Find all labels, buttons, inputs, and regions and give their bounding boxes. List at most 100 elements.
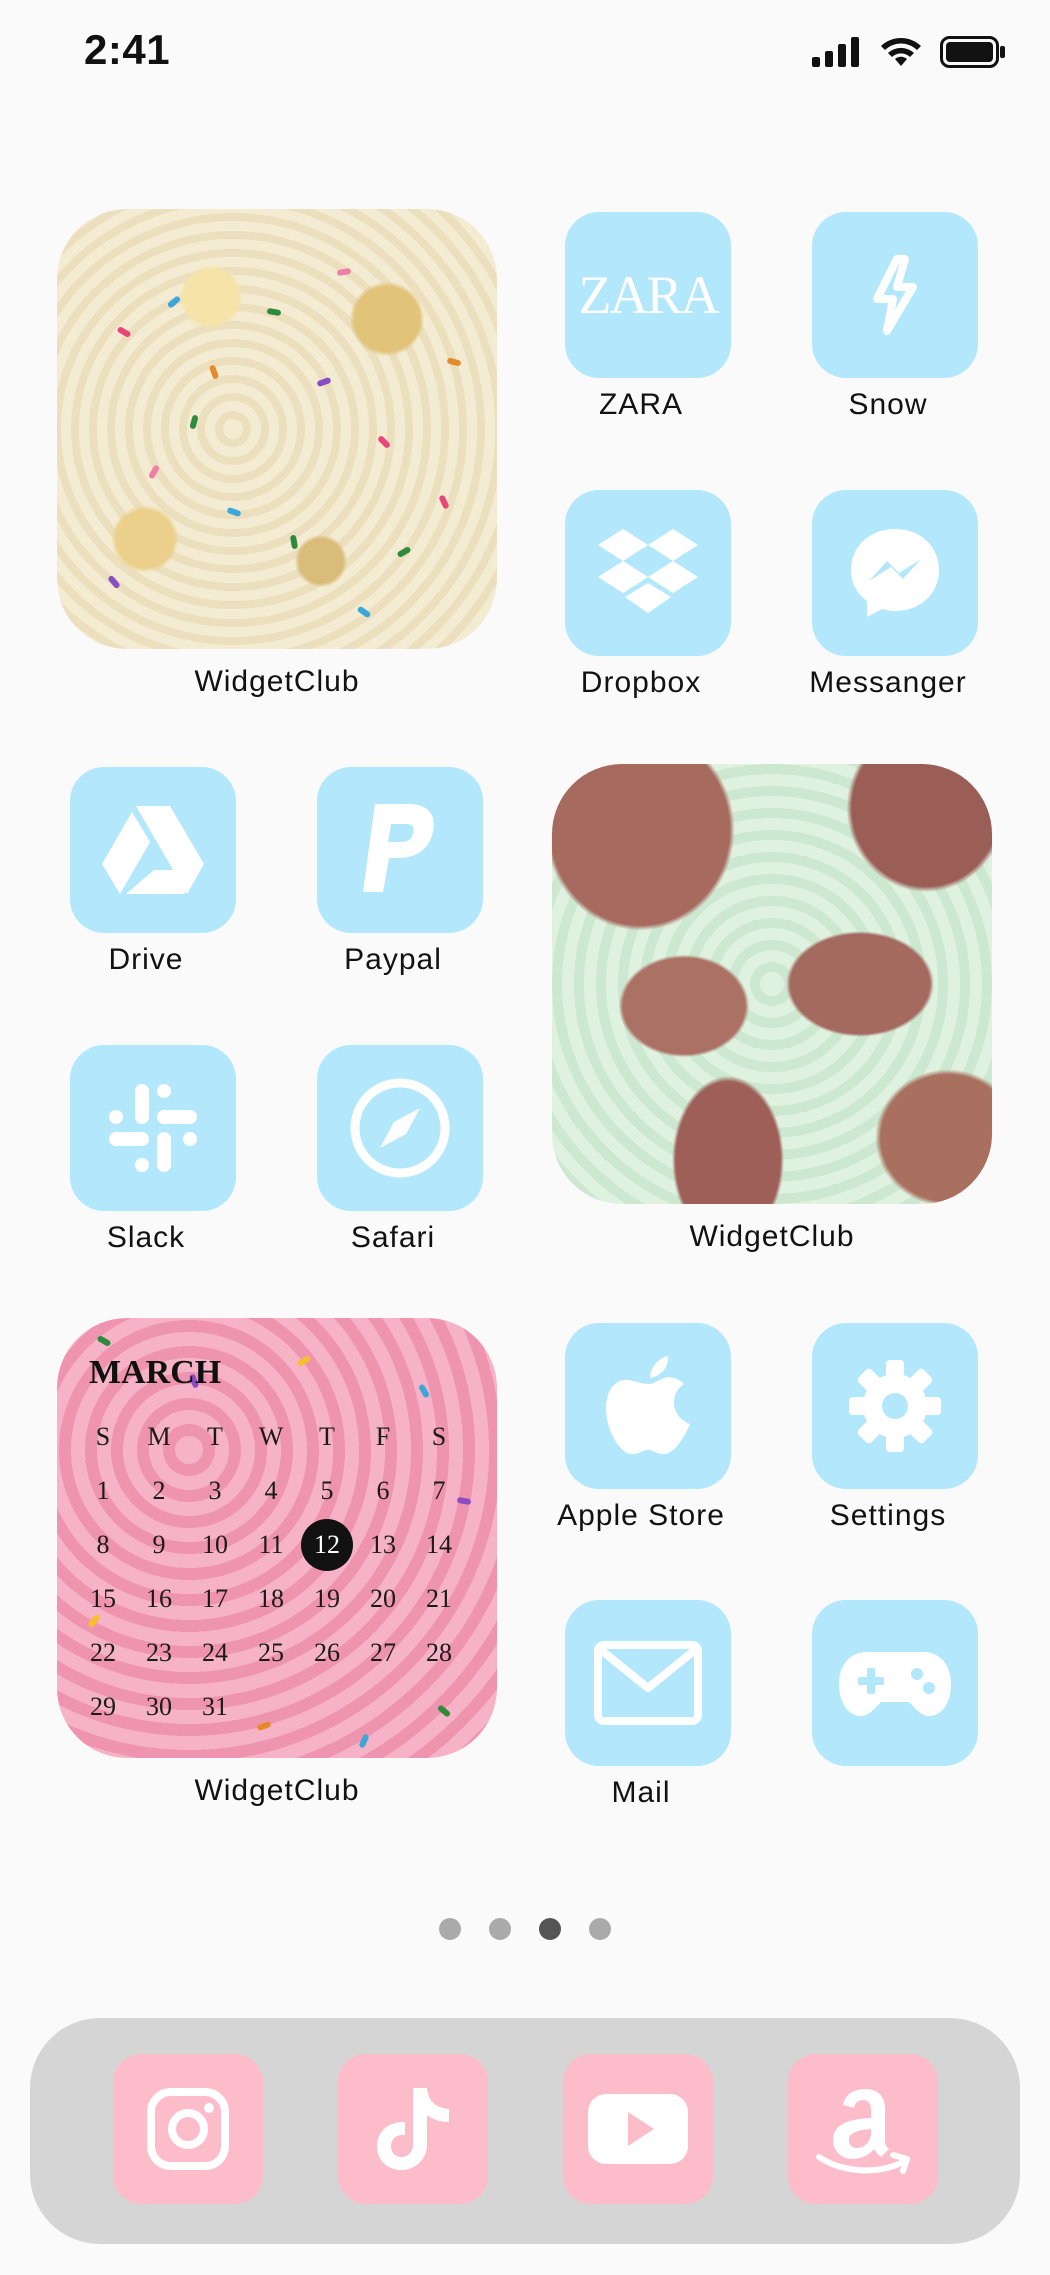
calendar-day: 14 bbox=[426, 1530, 452, 1559]
page-dot[interactable] bbox=[439, 1918, 461, 1940]
compass-icon bbox=[350, 1078, 450, 1178]
calendar-week-row: 15 16 17 18 19 20 21 bbox=[75, 1572, 479, 1626]
envelope-icon bbox=[594, 1641, 702, 1725]
calendar-day: 23 bbox=[146, 1638, 172, 1667]
widget-label: WidgetClub bbox=[689, 1220, 855, 1253]
calendar-weekday: T bbox=[319, 1422, 335, 1451]
app-zara[interactable]: ZARA ZARA bbox=[516, 212, 766, 442]
calendar-day: 31 bbox=[202, 1692, 228, 1721]
calendar-week-row: 1 2 3 4 5 6 7 bbox=[75, 1464, 479, 1518]
app-label: Settings bbox=[829, 1499, 947, 1532]
calendar-today: 12 bbox=[299, 1519, 355, 1571]
app-dropbox[interactable]: Dropbox bbox=[516, 490, 766, 720]
calendar-day: 28 bbox=[426, 1638, 452, 1667]
status-time: 2:41 bbox=[84, 26, 171, 73]
calendar-day: 5 bbox=[320, 1476, 334, 1505]
slack-icon bbox=[109, 1084, 197, 1172]
calendar-day: 8 bbox=[96, 1530, 110, 1559]
dock bbox=[30, 2018, 1020, 2244]
app-messenger[interactable]: Messanger bbox=[763, 490, 1013, 720]
calendar-day: 24 bbox=[202, 1638, 228, 1667]
dock-app-youtube[interactable] bbox=[563, 2054, 713, 2204]
app-label: Safari bbox=[350, 1221, 436, 1254]
calendar-weekday-row: SMTWTFS bbox=[75, 1410, 479, 1464]
app-drive[interactable]: Drive bbox=[21, 767, 271, 997]
calendar-weekday: F bbox=[375, 1422, 391, 1451]
app-game[interactable] bbox=[763, 1600, 1013, 1830]
messenger-icon bbox=[851, 529, 939, 617]
calendar-day: 11 bbox=[258, 1530, 284, 1559]
calendar-day: 9 bbox=[152, 1530, 166, 1559]
google-drive-icon bbox=[102, 806, 204, 894]
calendar-weekday: S bbox=[95, 1422, 111, 1451]
photo-widget-mint[interactable] bbox=[552, 764, 992, 1204]
calendar-day: 20 bbox=[370, 1584, 396, 1613]
app-settings[interactable]: Settings bbox=[763, 1323, 1013, 1553]
calendar-day: 10 bbox=[202, 1530, 228, 1559]
instagram-icon bbox=[147, 2088, 229, 2170]
calendar-day: 26 bbox=[314, 1638, 340, 1667]
calendar-day: 13 bbox=[370, 1530, 396, 1559]
calendar-day: 17 bbox=[202, 1584, 228, 1613]
apple-logo-icon bbox=[606, 1356, 690, 1454]
page-dot[interactable] bbox=[539, 1918, 561, 1940]
calendar-day: 27 bbox=[370, 1638, 396, 1667]
dropbox-icon bbox=[598, 529, 698, 613]
widget-label: WidgetClub bbox=[194, 665, 360, 698]
page-dot[interactable] bbox=[489, 1918, 511, 1940]
calendar-week-row: 22 23 24 25 26 27 28 bbox=[75, 1626, 479, 1680]
calendar-widget[interactable]: MARCH S M T W T F S 1 2 3 4 5 6 7 8 9 10 11 12 13 14 15 16 17 18… bbox=[57, 1318, 497, 1758]
dock-app-amazon[interactable] bbox=[788, 2054, 938, 2204]
amazon-icon bbox=[816, 2089, 910, 2174]
app-label: Paypal bbox=[344, 943, 442, 976]
app-mail[interactable]: Mail bbox=[516, 1600, 766, 1830]
calendar-weekday: W bbox=[258, 1422, 284, 1451]
calendar-day: 21 bbox=[426, 1584, 452, 1613]
app-label: Messanger bbox=[809, 666, 967, 699]
app-label: Mail bbox=[611, 1776, 671, 1809]
calendar-day: 2 bbox=[152, 1476, 166, 1505]
lightning-bolt-icon bbox=[873, 255, 917, 335]
calendar-grid: S M T W T F S 1 2 3 4 5 6 7 8 9 10 11 12 13 14 15 16 17 18 19 20 21… bbox=[75, 1410, 479, 1734]
tiktok-icon bbox=[377, 2088, 449, 2170]
calendar-day: 4 bbox=[264, 1476, 278, 1505]
youtube-play-icon bbox=[588, 2094, 688, 2164]
widget-label: WidgetClub bbox=[194, 1774, 360, 1807]
calendar-day: 1 bbox=[96, 1476, 110, 1505]
calendar-day: 30 bbox=[146, 1692, 172, 1721]
status-icons bbox=[812, 32, 1006, 72]
calendar-day: 3 bbox=[208, 1476, 222, 1505]
app-slack[interactable]: Slack bbox=[21, 1045, 271, 1275]
calendar-week-row: 29 30 31 bbox=[75, 1680, 479, 1734]
calendar-day: 29 bbox=[90, 1692, 116, 1721]
page-indicator[interactable] bbox=[0, 1918, 1050, 1940]
calendar-day: 6 bbox=[376, 1476, 390, 1505]
battery-icon bbox=[940, 36, 1005, 68]
calendar-month: MARCH bbox=[89, 1354, 222, 1391]
page-dot[interactable] bbox=[589, 1918, 611, 1940]
dock-app-instagram[interactable] bbox=[113, 2054, 263, 2204]
cellular-signal-icon bbox=[812, 37, 859, 67]
app-paypal[interactable]: Paypal bbox=[268, 767, 518, 997]
app-label: Snow bbox=[848, 388, 928, 421]
app-safari[interactable]: Safari bbox=[268, 1045, 518, 1275]
app-snow[interactable]: Snow bbox=[763, 212, 1013, 442]
photo-widget-vanilla[interactable] bbox=[57, 209, 497, 649]
zara-tile: ZARA bbox=[565, 212, 731, 378]
calendar-day: 18 bbox=[258, 1584, 284, 1613]
calendar-week-row: 8 9 10 11 12 13 14 bbox=[75, 1518, 479, 1572]
gear-icon bbox=[849, 1360, 941, 1452]
calendar-day: 15 bbox=[90, 1584, 116, 1613]
calendar-day: 16 bbox=[146, 1584, 172, 1613]
calendar-day: 19 bbox=[314, 1584, 340, 1613]
app-apple-store[interactable]: Apple Store bbox=[516, 1323, 766, 1553]
zara-logo: ZARA bbox=[578, 265, 720, 325]
calendar-weekday: T bbox=[207, 1422, 223, 1451]
calendar-day: 25 bbox=[258, 1638, 284, 1667]
calendar-weekday: M bbox=[147, 1422, 171, 1451]
gamepad-icon bbox=[839, 1652, 951, 1716]
calendar-day: 7 bbox=[432, 1476, 446, 1505]
dock-app-tiktok[interactable] bbox=[338, 2054, 488, 2204]
calendar-day: 22 bbox=[90, 1638, 116, 1667]
wifi-icon bbox=[881, 38, 921, 66]
